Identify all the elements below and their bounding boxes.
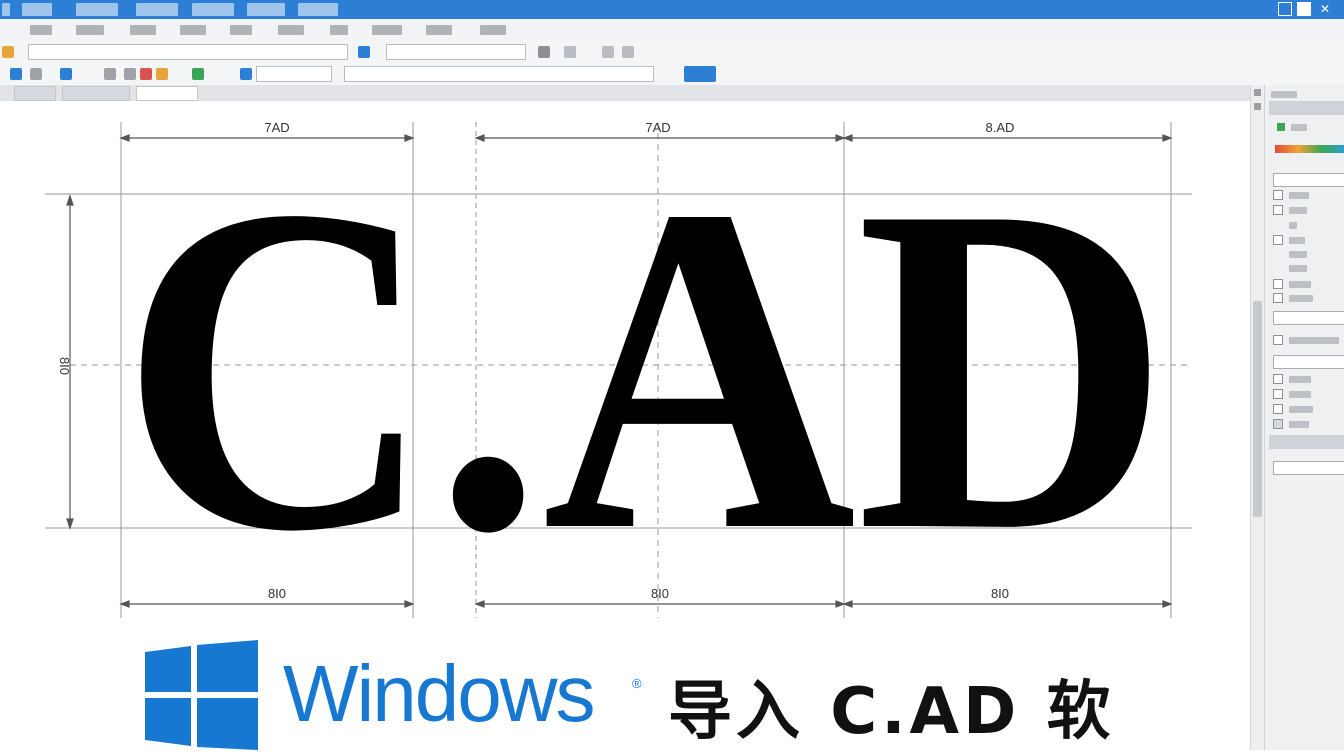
menu-item[interactable] bbox=[230, 25, 252, 35]
title-menu-3[interactable] bbox=[136, 3, 178, 16]
layer-dropdown[interactable] bbox=[386, 44, 526, 60]
windows-wordmark: Windows bbox=[283, 649, 596, 738]
title-menu-4[interactable] bbox=[192, 3, 234, 16]
color-swatch[interactable] bbox=[1277, 123, 1285, 131]
panel-field[interactable] bbox=[1273, 311, 1344, 325]
document-tabs bbox=[0, 85, 1264, 102]
panel-label bbox=[1289, 192, 1309, 199]
panel-label bbox=[1289, 376, 1311, 383]
close-icon[interactable]: ✕ bbox=[1320, 3, 1334, 15]
panel-field[interactable] bbox=[1273, 173, 1344, 187]
menu-item[interactable] bbox=[180, 25, 206, 35]
tool-icon[interactable] bbox=[240, 68, 252, 80]
tool-icon[interactable] bbox=[140, 68, 152, 80]
tool-icon[interactable] bbox=[622, 46, 634, 58]
property-dropdown[interactable] bbox=[344, 66, 654, 82]
banner-caption: 导入 C.AD 软 bbox=[668, 675, 1115, 749]
path-input[interactable] bbox=[28, 44, 348, 60]
tool-icon[interactable] bbox=[104, 68, 116, 80]
checkbox[interactable] bbox=[1273, 293, 1283, 303]
tab[interactable] bbox=[62, 86, 130, 101]
checkbox[interactable] bbox=[1273, 335, 1283, 345]
tool-icon[interactable] bbox=[124, 68, 136, 80]
cad-big-text: C.AD bbox=[120, 110, 1170, 628]
menu-item[interactable] bbox=[130, 25, 156, 35]
menu-bar bbox=[0, 19, 1344, 42]
toolbar-row-2 bbox=[0, 63, 1344, 86]
title-menu-2[interactable] bbox=[76, 3, 118, 16]
apply-button[interactable] bbox=[684, 66, 716, 82]
panel-field[interactable] bbox=[1273, 355, 1344, 369]
menu-item[interactable] bbox=[330, 25, 348, 35]
tab[interactable] bbox=[14, 86, 56, 101]
windows-logo-icon bbox=[145, 640, 258, 750]
panel-title bbox=[1271, 91, 1297, 98]
panel-label bbox=[1289, 295, 1313, 302]
properties-panel bbox=[1264, 85, 1344, 750]
menu-item[interactable] bbox=[426, 25, 452, 35]
refresh-icon[interactable] bbox=[358, 46, 370, 58]
folder-icon[interactable] bbox=[2, 46, 14, 58]
tool-icon[interactable] bbox=[60, 68, 72, 80]
checkbox[interactable] bbox=[1273, 279, 1283, 289]
panel-label bbox=[1289, 337, 1339, 344]
menu-item[interactable] bbox=[30, 25, 52, 35]
menu-item[interactable] bbox=[480, 25, 506, 35]
tool-icon[interactable] bbox=[564, 46, 576, 58]
panel-field[interactable] bbox=[1273, 461, 1344, 475]
menu-item[interactable] bbox=[278, 25, 304, 35]
tab-active[interactable] bbox=[136, 86, 198, 101]
checkbox[interactable] bbox=[1273, 235, 1283, 245]
restore-icon[interactable] bbox=[1278, 2, 1292, 16]
panel-label bbox=[1289, 222, 1297, 229]
scroll-down-arrow[interactable] bbox=[1254, 103, 1261, 110]
tool-icon[interactable] bbox=[156, 68, 168, 80]
tool-icon[interactable] bbox=[602, 46, 614, 58]
toolbar-row-1 bbox=[0, 41, 1344, 64]
title-menu-1[interactable] bbox=[22, 3, 52, 16]
app-icon bbox=[2, 3, 10, 16]
color-gradient-bar[interactable] bbox=[1275, 145, 1344, 153]
checkbox[interactable] bbox=[1273, 389, 1283, 399]
checkbox[interactable] bbox=[1273, 205, 1283, 215]
panel-label bbox=[1289, 251, 1307, 258]
menu-item[interactable] bbox=[76, 25, 104, 35]
menu-item[interactable] bbox=[372, 25, 402, 35]
checkbox[interactable] bbox=[1273, 190, 1283, 200]
title-bar: ✕ bbox=[0, 0, 1344, 19]
panel-label bbox=[1289, 281, 1311, 288]
title-menu-6[interactable] bbox=[298, 3, 338, 16]
style-field[interactable] bbox=[256, 66, 332, 82]
panel-header bbox=[1269, 101, 1344, 115]
draw-icon[interactable] bbox=[10, 68, 22, 80]
panel-label bbox=[1289, 406, 1313, 413]
tool-icon[interactable] bbox=[30, 68, 42, 80]
panel-label bbox=[1291, 124, 1307, 131]
checkbox[interactable] bbox=[1273, 419, 1283, 429]
panel-label bbox=[1289, 265, 1307, 272]
scroll-up-arrow[interactable] bbox=[1254, 89, 1261, 96]
panel-label bbox=[1289, 237, 1305, 244]
print-icon[interactable] bbox=[538, 46, 550, 58]
panel-section-header bbox=[1269, 435, 1344, 449]
panel-label bbox=[1289, 391, 1311, 398]
vertical-scrollbar[interactable] bbox=[1250, 85, 1265, 750]
scroll-thumb[interactable] bbox=[1253, 301, 1262, 517]
panel-label bbox=[1289, 207, 1307, 214]
checkbox[interactable] bbox=[1273, 374, 1283, 384]
tool-icon[interactable] bbox=[192, 68, 204, 80]
title-menu-5[interactable] bbox=[247, 3, 285, 16]
registered-mark: ® bbox=[632, 676, 642, 691]
dim-label-left: 8I0 bbox=[57, 357, 72, 375]
restore-icon[interactable] bbox=[1297, 2, 1311, 16]
panel-label bbox=[1289, 421, 1309, 428]
checkbox[interactable] bbox=[1273, 404, 1283, 414]
